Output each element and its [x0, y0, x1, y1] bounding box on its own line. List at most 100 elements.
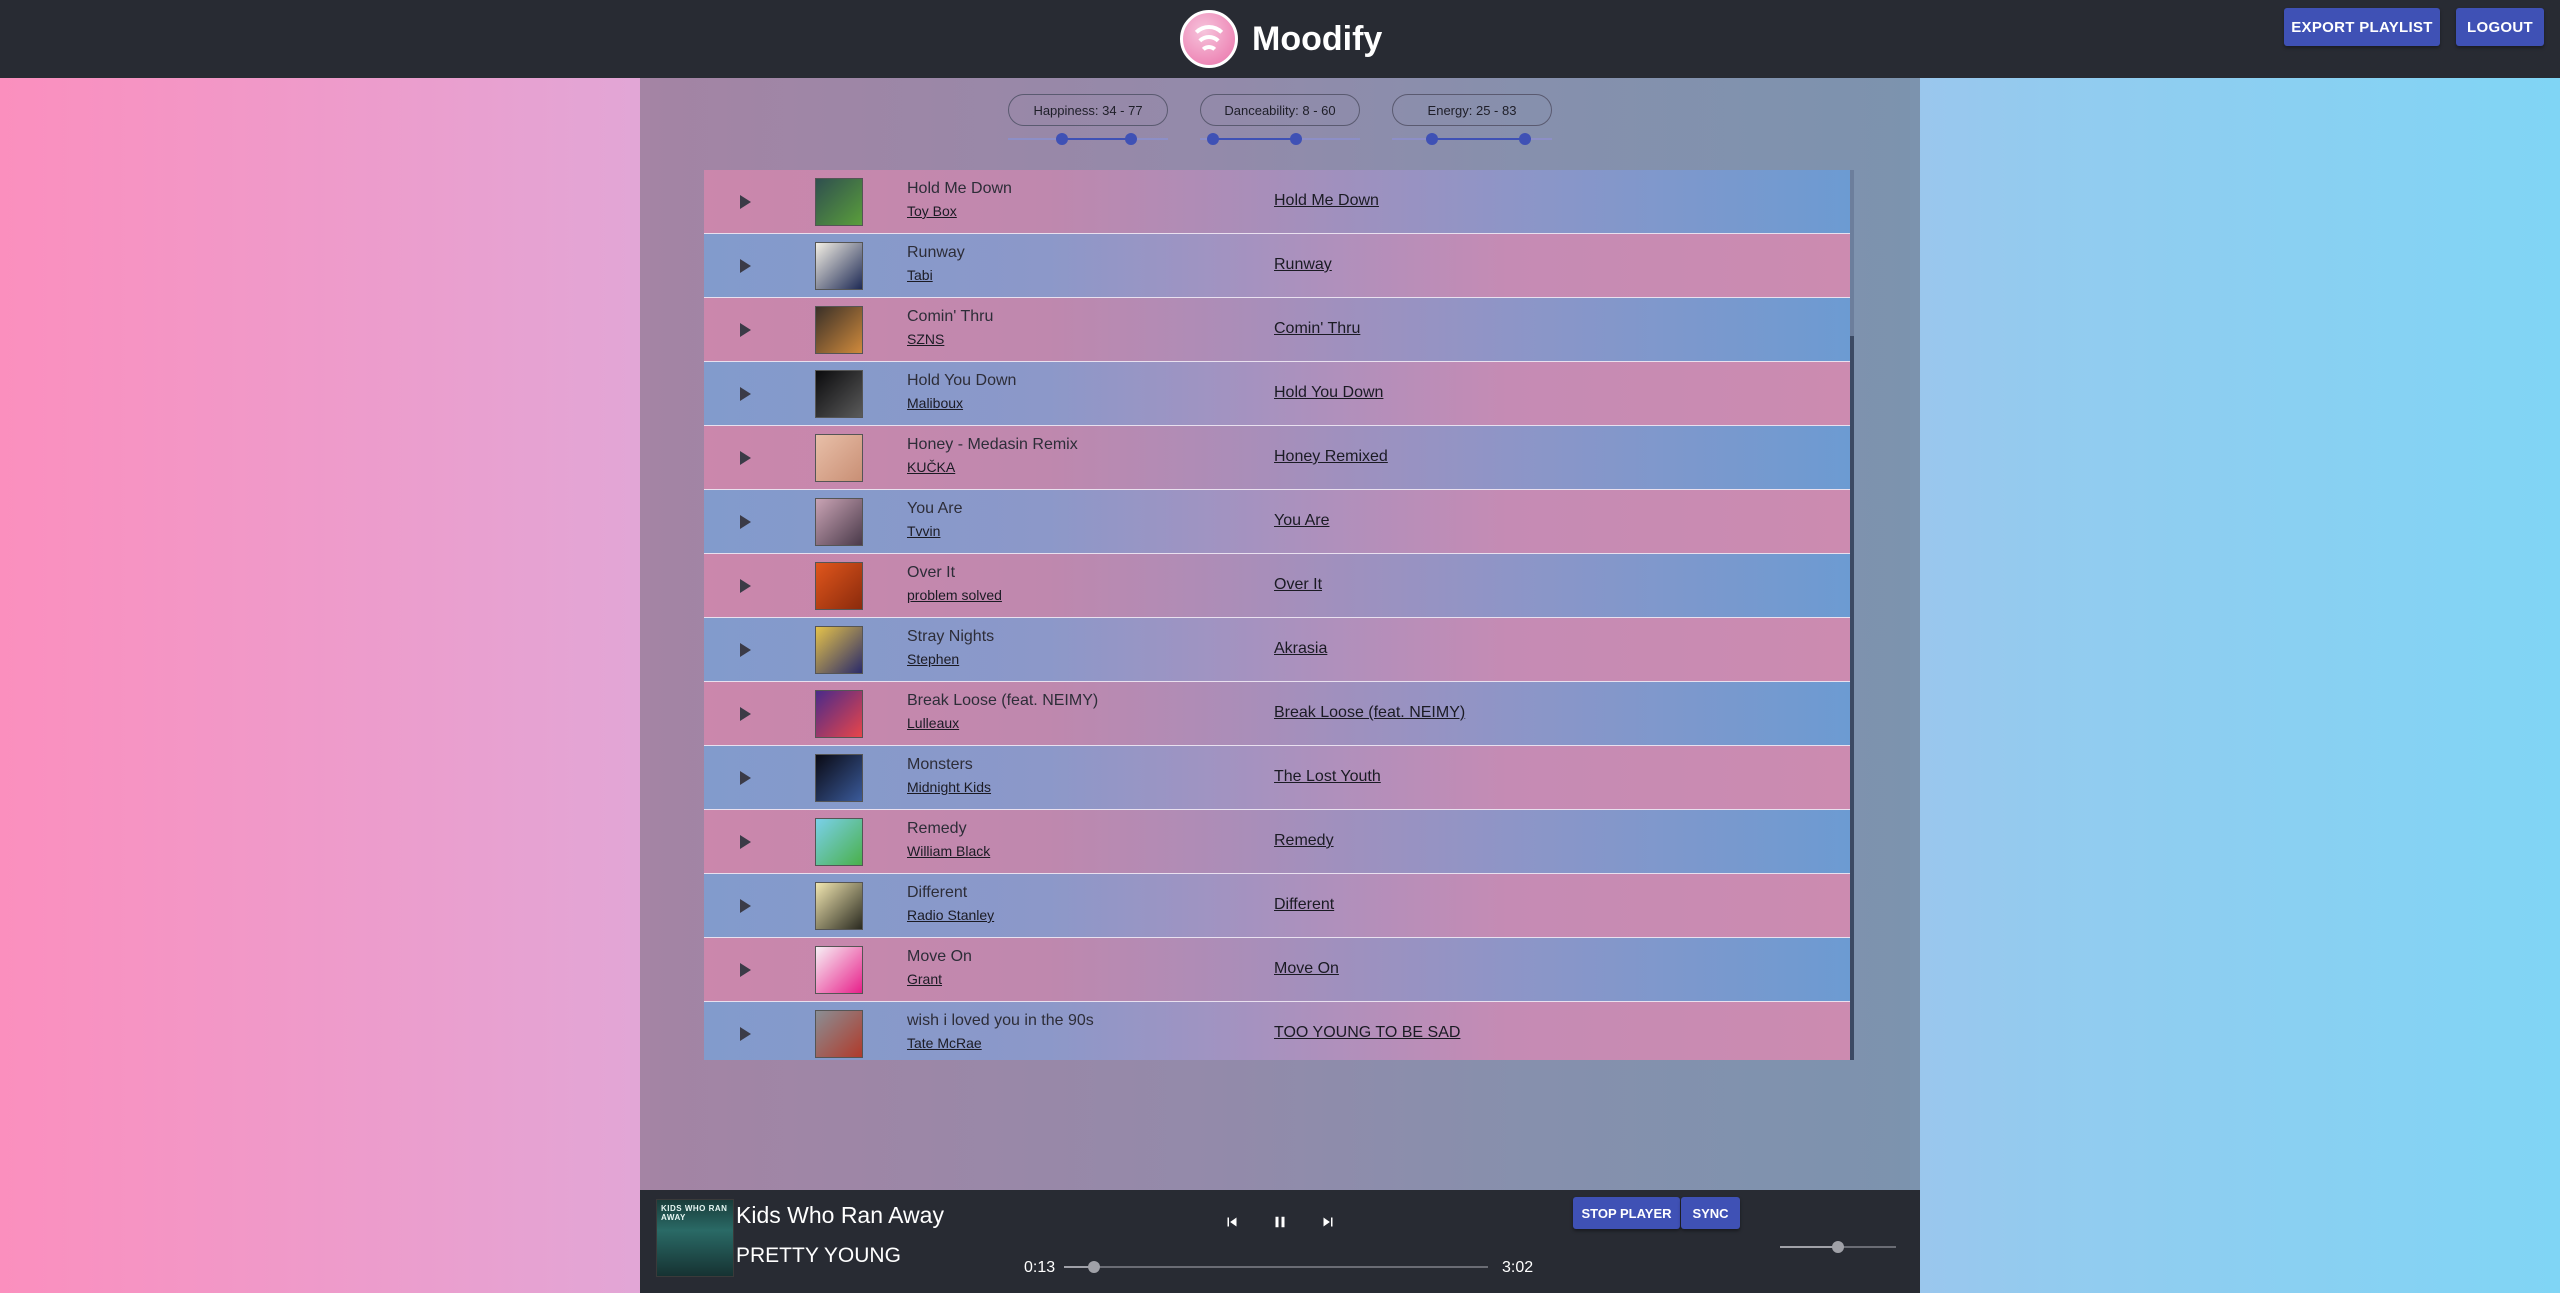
energy-slider-range: [1432, 138, 1525, 140]
track-row[interactable]: Runway Tabi Runway: [704, 234, 1852, 298]
play-icon[interactable]: [740, 1027, 751, 1041]
now-playing-album-art: KIDS WHO RAN AWAY: [656, 1199, 734, 1277]
track-artist-link[interactable]: Stephen: [907, 651, 959, 667]
play-icon[interactable]: [740, 451, 751, 465]
album-art: [815, 754, 863, 802]
album-art: [815, 370, 863, 418]
skip-next-icon[interactable]: [1316, 1210, 1340, 1234]
matched-track-link[interactable]: Comin' Thru: [1274, 320, 1360, 338]
play-icon[interactable]: [740, 323, 751, 337]
track-row[interactable]: Move On Grant Move On: [704, 938, 1852, 1002]
energy-slider-min-thumb[interactable]: [1426, 133, 1438, 145]
happiness-filter-label: Happiness: 34 - 77: [1008, 94, 1168, 126]
elapsed-time: 0:13: [1024, 1259, 1056, 1276]
play-icon[interactable]: [740, 963, 751, 977]
sync-button[interactable]: SYNC: [1681, 1197, 1740, 1229]
play-icon[interactable]: [740, 387, 751, 401]
matched-track-link[interactable]: Different: [1274, 896, 1334, 914]
track-list-scrollbar-thumb[interactable]: [1850, 336, 1854, 1060]
matched-track-link[interactable]: TOO YOUNG TO BE SAD: [1274, 1024, 1460, 1042]
danceability-slider-range: [1213, 138, 1296, 140]
album-art-caption: KIDS WHO RAN AWAY: [661, 1204, 728, 1222]
play-icon[interactable]: [740, 835, 751, 849]
play-icon[interactable]: [740, 643, 751, 657]
track-title: Over It: [907, 564, 956, 581]
track-list: Hold Me Down Toy Box Hold Me Down Runway Tab…: [704, 170, 1852, 1060]
track-title: wish i loved you in the 90s: [907, 1012, 1094, 1029]
track-row[interactable]: Comin' Thru SZNS Comin' Thru: [704, 298, 1852, 362]
track-row[interactable]: Over It problem solved Over It: [704, 554, 1852, 618]
stop-player-button[interactable]: STOP PLAYER: [1573, 1197, 1680, 1229]
matched-track-link[interactable]: Remedy: [1274, 832, 1334, 850]
album-art: [815, 498, 863, 546]
play-icon[interactable]: [740, 195, 751, 209]
track-artist-link[interactable]: Grant: [907, 971, 942, 987]
track-artist-link[interactable]: Maliboux: [907, 395, 963, 411]
progress-bar[interactable]: [1064, 1266, 1488, 1268]
matched-track-link[interactable]: Move On: [1274, 960, 1339, 978]
danceability-filter-label: Danceability: 8 - 60: [1200, 94, 1360, 126]
track-artist-link[interactable]: Toy Box: [907, 203, 957, 219]
energy-slider-max-thumb[interactable]: [1519, 133, 1531, 145]
track-row[interactable]: Honey - Medasin Remix KUČKA Honey Remixed: [704, 426, 1852, 490]
album-art: [815, 818, 863, 866]
track-row[interactable]: You Are Tvvin You Are: [704, 490, 1852, 554]
export-playlist-button[interactable]: EXPORT PLAYLIST: [2284, 8, 2440, 46]
album-art: [815, 882, 863, 930]
track-artist-link[interactable]: William Black: [907, 843, 990, 859]
matched-track-link[interactable]: Over It: [1274, 576, 1322, 594]
track-artist-link[interactable]: Midnight Kids: [907, 779, 991, 795]
track-row[interactable]: Hold Me Down Toy Box Hold Me Down: [704, 170, 1852, 234]
track-title: Hold You Down: [907, 372, 1017, 389]
happiness-slider-range: [1062, 138, 1131, 140]
danceability-slider-min-thumb[interactable]: [1207, 133, 1219, 145]
play-icon[interactable]: [740, 259, 751, 273]
track-artist-link[interactable]: KUČKA: [907, 459, 955, 475]
track-artist-link[interactable]: Radio Stanley: [907, 907, 994, 923]
app-name: Moodify: [1252, 19, 1383, 58]
play-icon[interactable]: [740, 515, 751, 529]
logout-button[interactable]: LOGOUT: [2456, 8, 2544, 46]
play-icon[interactable]: [740, 899, 751, 913]
matched-track-link[interactable]: Runway: [1274, 256, 1332, 274]
track-row[interactable]: Monsters Midnight Kids The Lost Youth: [704, 746, 1852, 810]
track-artist-link[interactable]: Lulleaux: [907, 715, 959, 731]
progress-bar-thumb[interactable]: [1088, 1261, 1101, 1273]
track-artist-link[interactable]: Tate McRae: [907, 1035, 982, 1051]
track-row[interactable]: wish i loved you in the 90s Tate McRae TOO…: [704, 1002, 1852, 1060]
play-icon[interactable]: [740, 579, 751, 593]
matched-track-link[interactable]: Akrasia: [1274, 640, 1327, 658]
matched-track-link[interactable]: Honey Remixed: [1274, 448, 1388, 466]
album-art: [815, 690, 863, 738]
now-playing-title: Kids Who Ran Away: [736, 1202, 944, 1228]
danceability-slider-max-thumb[interactable]: [1290, 133, 1302, 145]
track-artist-link[interactable]: SZNS: [907, 331, 944, 347]
matched-track-link[interactable]: Hold Me Down: [1274, 192, 1379, 210]
volume-slider-thumb[interactable]: [1832, 1241, 1844, 1253]
track-title: Honey - Medasin Remix: [907, 436, 1078, 453]
track-artist-link[interactable]: problem solved: [907, 587, 1002, 603]
skip-previous-icon[interactable]: [1220, 1210, 1244, 1234]
track-row[interactable]: Remedy William Black Remedy: [704, 810, 1852, 874]
spotify-logo-icon: [1180, 10, 1238, 68]
happiness-slider-max-thumb[interactable]: [1125, 133, 1137, 145]
duration-time: 3:02: [1502, 1259, 1534, 1276]
matched-track-link[interactable]: The Lost Youth: [1274, 768, 1381, 786]
track-row[interactable]: Stray Nights Stephen Akrasia: [704, 618, 1852, 682]
track-row[interactable]: Hold You Down Maliboux Hold You Down: [704, 362, 1852, 426]
matched-track-link[interactable]: You Are: [1274, 512, 1329, 530]
matched-track-link[interactable]: Hold You Down: [1274, 384, 1383, 402]
pause-icon[interactable]: [1268, 1210, 1292, 1234]
play-icon[interactable]: [740, 707, 751, 721]
album-art: [815, 562, 863, 610]
track-artist-link[interactable]: Tabi: [907, 267, 933, 283]
happiness-slider-min-thumb[interactable]: [1056, 133, 1068, 145]
track-title: Comin' Thru: [907, 308, 994, 325]
track-row[interactable]: Different Radio Stanley Different: [704, 874, 1852, 938]
track-row[interactable]: Break Loose (feat. NEIMY) Lulleaux Break L…: [704, 682, 1852, 746]
app-header: Moodify EXPORT PLAYLIST LOGOUT: [0, 0, 2560, 78]
matched-track-link[interactable]: Break Loose (feat. NEIMY): [1274, 704, 1465, 722]
track-artist-link[interactable]: Tvvin: [907, 523, 940, 539]
now-playing-artist: PRETTY YOUNG: [736, 1244, 901, 1267]
play-icon[interactable]: [740, 771, 751, 785]
